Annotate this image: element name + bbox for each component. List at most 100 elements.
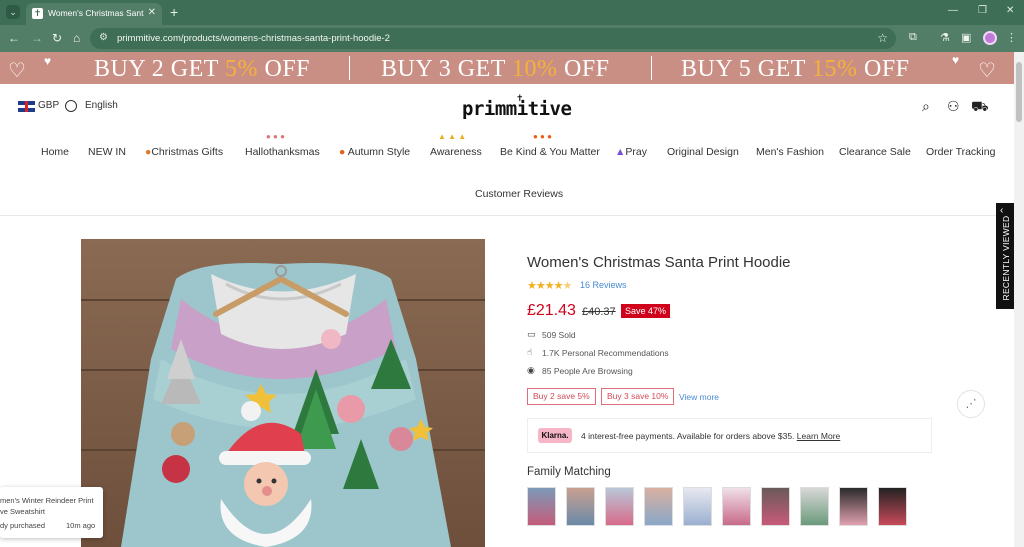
rating-stars[interactable]: ★★★★★ (527, 279, 572, 292)
family-thumb[interactable] (800, 487, 829, 526)
thumbs-up-icon: ☝ (527, 347, 533, 357)
heart-icon: ♡ (978, 60, 996, 82)
sold-count: 509 Sold (542, 330, 576, 340)
save-badge: Save 47% (621, 304, 671, 318)
family-thumb[interactable] (527, 487, 556, 526)
heart-icon: ♡ (8, 60, 26, 82)
nav-be-kind[interactable]: Be Kind & You Matter (500, 146, 600, 158)
eye-icon: ◉ (527, 365, 535, 375)
site-info-icon[interactable]: ⚙ (99, 32, 108, 43)
site-logo[interactable]: primmitive (462, 98, 572, 120)
browser-toolbar: ← → ↻ ⌂ ⚙ primmitive.com/products/womens… (0, 25, 1024, 52)
ribbon-deco-icon: ▲ ▲ ▲ (438, 132, 467, 141)
promo-buy3: BUY 3 GET 10% OFF (381, 56, 610, 82)
recently-viewed-tab[interactable]: ‹ RECENTLY VIEWED (996, 203, 1014, 309)
scrollbar-thumb[interactable] (1016, 62, 1022, 122)
family-thumb[interactable] (683, 487, 712, 526)
klarna-badge: Klarna. (538, 428, 572, 443)
currency-selector[interactable]: GBP (38, 100, 59, 111)
reviews-link[interactable]: 16 Reviews (580, 280, 627, 290)
pumpkin-icon: ● (339, 146, 346, 158)
family-thumb[interactable] (761, 487, 790, 526)
nav-clearance-sale[interactable]: Clearance Sale (839, 146, 911, 158)
nav-customer-reviews[interactable]: Customer Reviews (475, 188, 563, 200)
heart-icon: ♥ (44, 54, 52, 68)
nav-awareness[interactable]: Awareness (430, 146, 482, 158)
recent-purchase-popup[interactable]: men's Winter Reindeer Print ve Sweatshir… (0, 487, 103, 538)
product-image[interactable] (81, 239, 485, 547)
family-thumb[interactable] (839, 487, 868, 526)
nav-mens-fashion[interactable]: Men's Fashion (756, 146, 824, 158)
close-tab-icon[interactable]: ✕ (148, 7, 156, 18)
account-icon[interactable]: ⚇ (947, 98, 960, 115)
offer-buy2[interactable]: Buy 2 save 5% (527, 388, 596, 405)
learn-more-link[interactable]: Learn More (797, 431, 840, 441)
minimize-icon[interactable]: — (948, 5, 958, 16)
promo-separator (651, 56, 652, 80)
menu-kebab-icon[interactable]: ⋮ (1006, 31, 1017, 44)
promo-separator (349, 56, 350, 80)
address-bar[interactable]: ⚙ primmitive.com/products/womens-christm… (90, 28, 896, 49)
reload-icon[interactable]: ↻ (52, 31, 62, 45)
page-scrollbar[interactable] (1014, 52, 1024, 547)
forward-icon[interactable]: → (31, 31, 43, 45)
nav-christmas-gifts[interactable]: ●Christmas Gifts (145, 146, 223, 158)
recommendations-count: 1.7K Personal Recommendations (542, 348, 669, 358)
browser-tab[interactable]: ✝ Women's Christmas Santa Prin ✕ (26, 3, 162, 25)
family-thumb[interactable] (605, 487, 634, 526)
heart-icon: ♥ (952, 53, 960, 67)
klarna-text: 4 interest-free payments. Available for … (581, 431, 841, 441)
back-icon[interactable]: ← (8, 31, 20, 45)
browsing-count: 85 People Are Browsing (542, 366, 633, 376)
extensions-icon[interactable]: ⧉ (909, 31, 917, 44)
home-icon[interactable]: ⌂ (73, 31, 80, 45)
view-more-link[interactable]: View more (679, 392, 719, 402)
close-window-icon[interactable]: ✕ (1006, 5, 1014, 16)
cart-icon[interactable]: ⛟ (971, 98, 989, 117)
family-thumb[interactable] (644, 487, 673, 526)
popup-product-line2: ve Sweatshirt (0, 507, 46, 516)
sold-icon: ▭ (527, 329, 536, 339)
popup-status: dy purchased (0, 521, 46, 530)
nav-order-tracking[interactable]: Order Tracking (926, 146, 995, 158)
offer-buy3[interactable]: Buy 3 save 10% (601, 388, 675, 405)
language-selector[interactable]: English (85, 100, 118, 111)
browser-tab-bar: ⌄ ✝ Women's Christmas Santa Prin ✕ + — ❐… (0, 0, 1024, 25)
popup-time: 10m ago (66, 521, 96, 530)
pray-icon: ▲ (615, 146, 626, 158)
flame-deco-icon: ● ● ● (533, 132, 552, 141)
tab-search-icon[interactable]: ⌄ (6, 5, 20, 19)
recently-viewed-label: RECENTLY VIEWED (1001, 215, 1011, 301)
restore-icon[interactable]: ❐ (978, 5, 987, 16)
globe-icon[interactable] (65, 100, 77, 112)
nav-home[interactable]: Home (41, 146, 69, 158)
family-matching-title: Family Matching (527, 466, 611, 478)
url-text: primmitive.com/products/womens-christmas… (117, 33, 390, 44)
site-favicon-icon: ✝ (32, 8, 43, 19)
popup-product-line1: men's Winter Reindeer Print (0, 496, 94, 505)
header-divider (0, 215, 1014, 216)
labs-icon[interactable]: ⚗ (940, 31, 950, 44)
nav-hallothanksmas[interactable]: Hallothanksmas (245, 146, 320, 158)
bookmark-star-icon[interactable]: ☆ (877, 31, 888, 45)
side-panel-icon[interactable]: ▣ (961, 31, 971, 44)
profile-avatar[interactable] (983, 31, 997, 45)
family-thumb[interactable] (722, 487, 751, 526)
product-title: Women's Christmas Santa Print Hoodie (527, 254, 791, 271)
new-tab-icon[interactable]: + (170, 4, 178, 20)
search-icon[interactable]: ⌕ (922, 98, 930, 115)
nav-original-design[interactable]: Original Design (667, 146, 739, 158)
tab-title: Women's Christmas Santa Prin (48, 8, 144, 18)
promo-banner[interactable]: ♡ ♥ BUY 2 GET 5% OFF BUY 3 GET 10% OFF B… (0, 52, 1014, 84)
hoodie-illustration (81, 239, 485, 547)
nav-pray[interactable]: ▲Pray (615, 146, 647, 158)
promo-buy2: BUY 2 GET 5% OFF (94, 56, 311, 82)
uk-flag-icon[interactable] (18, 101, 35, 112)
share-icon[interactable]: ⋰ (957, 390, 985, 418)
nav-autumn-style[interactable]: ● Autumn Style (339, 146, 410, 158)
original-price: £40.37 (582, 306, 616, 318)
nav-new-in[interactable]: NEW IN (88, 146, 126, 158)
family-thumb[interactable] (566, 487, 595, 526)
family-thumb[interactable] (878, 487, 907, 526)
promo-buy5: BUY 5 GET 15% OFF (681, 56, 910, 82)
